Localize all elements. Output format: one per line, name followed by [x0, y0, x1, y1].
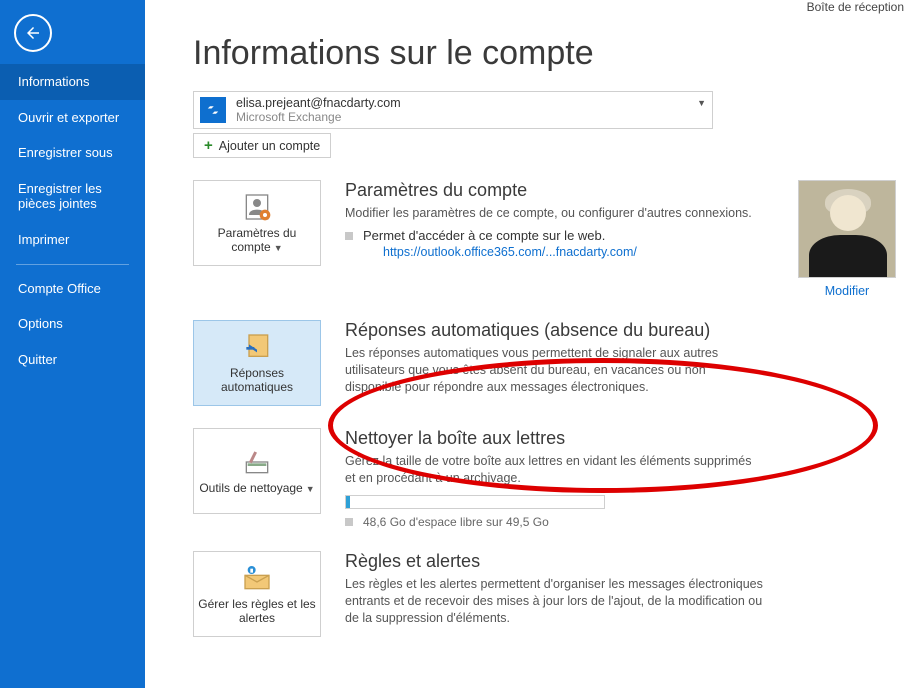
- sec4-desc: Les règles et les alertes permettent d'o…: [345, 576, 765, 627]
- sec1-title: Paramètres du compte: [345, 180, 762, 201]
- nav-informations[interactable]: Informations: [0, 64, 145, 100]
- tile-auto-replies-label: Réponses automatiques: [198, 367, 316, 395]
- avatar-modify-link[interactable]: Modifier: [825, 284, 869, 298]
- main-panel: Boîte de réception Informations sur le c…: [145, 0, 918, 688]
- exchange-icon: [200, 97, 226, 123]
- avatar-block: Modifier: [798, 180, 896, 298]
- account-service: Microsoft Exchange: [236, 110, 401, 124]
- nav-enregistrer-sous[interactable]: Enregistrer sous: [0, 135, 145, 171]
- tile-auto-replies[interactable]: Réponses automatiques: [193, 320, 321, 406]
- nav-imprimer[interactable]: Imprimer: [0, 222, 145, 258]
- account-email: elisa.prejeant@fnacdarty.com: [236, 96, 401, 110]
- add-account-button[interactable]: + Ajouter un compte: [193, 133, 331, 158]
- rules-icon: [241, 562, 273, 594]
- sec3-title: Nettoyer la boîte aux lettres: [345, 428, 765, 449]
- section-account-settings: Paramètres du compte▼ Paramètres du comp…: [193, 180, 896, 298]
- section-cleanup: Outils de nettoyage ▼ Nettoyer la boîte a…: [193, 428, 896, 529]
- account-text: elisa.prejeant@fnacdarty.com Microsoft E…: [236, 96, 401, 124]
- inbox-indicator: Boîte de réception: [807, 0, 904, 14]
- section-auto-replies: Réponses automatiques Réponses automatiq…: [193, 320, 896, 406]
- nav-ouvrir-exporter[interactable]: Ouvrir et exporter: [0, 100, 145, 136]
- dropdown-caret-icon: ▼: [697, 98, 706, 108]
- owa-link[interactable]: https://outlook.office365.com/...fnacdar…: [383, 245, 762, 259]
- tile-rules-alerts[interactable]: Gérer les règles et les alertes: [193, 551, 321, 637]
- nav-options[interactable]: Options: [0, 306, 145, 342]
- sec1-desc: Modifier les paramètres de ce compte, ou…: [345, 205, 762, 222]
- nav-quitter[interactable]: Quitter: [0, 342, 145, 378]
- nav-enregistrer-pj[interactable]: Enregistrer les pièces jointes: [0, 171, 145, 222]
- sec4-title: Règles et alertes: [345, 551, 765, 572]
- avatar-image: [798, 180, 896, 278]
- tile-cleanup-tools[interactable]: Outils de nettoyage ▼: [193, 428, 321, 514]
- sec2-desc: Les réponses automatiques vous permetten…: [345, 345, 765, 396]
- sec2-title: Réponses automatiques (absence du bureau…: [345, 320, 765, 341]
- chevron-down-icon: ▼: [274, 243, 283, 253]
- account-selector[interactable]: elisa.prejeant@fnacdarty.com Microsoft E…: [193, 91, 713, 129]
- nav-separator: [16, 264, 129, 265]
- auto-reply-icon: [241, 331, 273, 363]
- plus-icon: +: [204, 137, 213, 154]
- tile-cleanup-label: Outils de nettoyage: [199, 481, 302, 495]
- tile-rules-label: Gérer les règles et les alertes: [198, 598, 316, 626]
- tile-account-settings[interactable]: Paramètres du compte▼: [193, 180, 321, 266]
- bullet-icon: [345, 518, 353, 526]
- chevron-down-icon: ▼: [306, 484, 315, 494]
- sec3-desc: Gérez la taille de votre boîte aux lettr…: [345, 453, 765, 487]
- nav-compte-office[interactable]: Compte Office: [0, 271, 145, 307]
- back-button[interactable]: [14, 14, 52, 52]
- tile-account-settings-label: Paramètres du compte: [218, 226, 297, 254]
- person-gear-icon: [241, 191, 273, 223]
- bullet-icon: [345, 232, 353, 240]
- add-account-label: Ajouter un compte: [219, 139, 320, 153]
- broom-icon: [241, 446, 273, 478]
- storage-text: 48,6 Go d'espace libre sur 49,5 Go: [363, 515, 549, 529]
- backstage-sidebar: Informations Ouvrir et exporter Enregist…: [0, 0, 145, 688]
- page-title: Informations sur le compte: [193, 34, 896, 73]
- storage-bar: [345, 495, 605, 509]
- section-rules: Gérer les règles et les alertes Règles e…: [193, 551, 896, 637]
- arrow-left-icon: [24, 24, 42, 42]
- sec1-bullet: Permet d'accéder à ce compte sur le web.: [363, 228, 605, 243]
